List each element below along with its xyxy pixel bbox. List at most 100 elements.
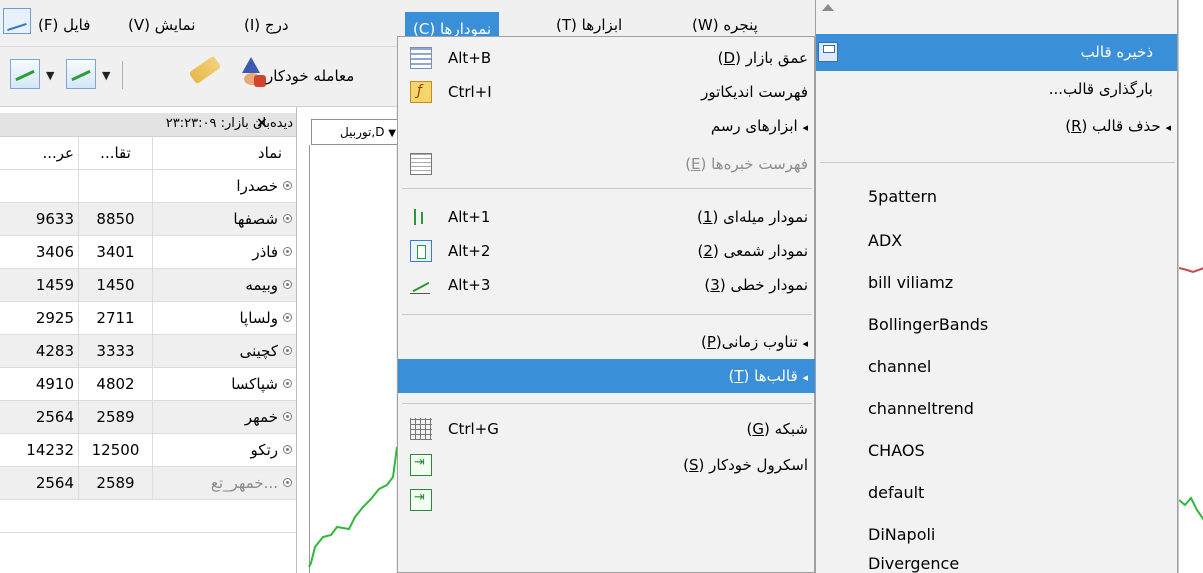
template-item[interactable]: bill viliamz <box>868 264 953 302</box>
new-chart-icon[interactable] <box>10 59 40 89</box>
menu-item-grid[interactable]: Ctrl+G شبکه (G) <box>398 412 816 446</box>
menu-item-line-chart[interactable]: Alt+3 نمودار خطی (3) <box>398 268 816 302</box>
template-item[interactable]: CHAOS <box>868 432 925 470</box>
bar-chart-icon <box>410 206 432 228</box>
candlestick-icon <box>410 240 432 262</box>
menu-item-depth-of-market[interactable]: Alt+B عمق بازار (D) <box>398 41 816 75</box>
scroll-up-icon[interactable] <box>822 4 834 11</box>
bid-cell: 12500 <box>78 434 152 466</box>
bid-cell: 2711 <box>78 302 152 334</box>
ask-cell: 9633 <box>35 210 74 228</box>
menu-separator <box>402 314 812 315</box>
bid-cell: 2589 <box>78 467 152 499</box>
symbol-cell: رتکو <box>250 441 278 459</box>
symbol-cell: خصدرا <box>236 177 278 195</box>
symbol-status-icon <box>283 379 292 388</box>
ask-cell: 14232 <box>26 441 74 459</box>
menu-item-label: تناوب زمانی <box>721 333 798 351</box>
symbol-cell: ولساپا <box>239 309 278 327</box>
menu-item-autoscroll[interactable]: اسکرول خودکار (S) <box>398 448 816 482</box>
symbol-status-icon <box>283 280 292 289</box>
menu-item-shortcut: Alt+3 <box>448 276 491 294</box>
template-item[interactable]: ADX <box>868 222 902 260</box>
menu-item-drawing-tools[interactable]: ◂ ابزارهای رسم <box>398 109 816 143</box>
table-row[interactable]: رتکو 12500 14232 <box>0 434 296 467</box>
table-row[interactable]: ولساپا 2711 2925 <box>0 302 296 335</box>
menu-item-accesskey: T <box>734 367 744 385</box>
submenu-arrow-icon: ◂ <box>1165 121 1171 134</box>
auto-trading-button[interactable]: معامله خودکار <box>266 67 354 85</box>
menu-item-experts-list: فهرست خبره‌ها (E) <box>398 147 816 181</box>
ask-cell: 3406 <box>35 243 74 261</box>
menu-item-shortcut: Ctrl+G <box>448 420 499 438</box>
menu-item-save-template[interactable]: ذخیره قالب <box>816 34 1177 71</box>
menu-item-candle-chart[interactable]: Alt+2 نمودار شمعی (2) <box>398 234 816 268</box>
column-header-ask[interactable]: ...عر <box>0 137 78 169</box>
price-line <box>308 446 397 568</box>
table-row[interactable]: ...خمهر_تع 2589 2564 <box>0 467 296 500</box>
menu-item-bar-chart[interactable]: Alt+1 نمودار میله‌ای (1) <box>398 200 816 234</box>
template-item[interactable]: default <box>868 474 924 512</box>
depth-of-market-icon <box>410 47 432 69</box>
table-row[interactable]: فاذر 3401 3406 <box>0 236 296 269</box>
column-header-symbol[interactable]: نماد <box>152 137 296 169</box>
menu-item-accesskey: 1 <box>702 208 713 226</box>
symbol-cell: ...خمهر_تع <box>210 474 278 492</box>
menu-item-accesskey: G <box>752 420 764 438</box>
menu-item-remove-template[interactable]: ◂ حذف قالب (R) <box>816 108 1177 145</box>
symbol-cell: کچینی <box>239 342 278 360</box>
market-watch-header: نماد ...تقا ...عر <box>0 137 296 170</box>
table-row[interactable]: شپاکسا 4802 4910 <box>0 368 296 401</box>
table-row[interactable]: کچینی 3333 4283 <box>0 335 296 368</box>
experts-icon <box>410 153 432 175</box>
table-row[interactable]: شصفها 8850 9633 <box>0 203 296 236</box>
menu-item-accesskey: 2 <box>703 242 713 260</box>
symbol-status-icon <box>283 412 292 421</box>
menu-item-accesskey: E <box>691 155 701 173</box>
template-item[interactable]: DiNapoli <box>868 516 935 554</box>
menu-item-load-template[interactable]: بارگذاری قالب... <box>816 71 1177 108</box>
symbol-status-icon <box>283 313 292 322</box>
new-chart-dropdown-icon[interactable]: ▼ <box>46 69 54 82</box>
bid-cell: 4802 <box>78 368 152 400</box>
template-item[interactable]: BollingerBands <box>868 306 988 344</box>
pencil-icon[interactable] <box>188 55 222 85</box>
auto-trading-wizard-icon[interactable] <box>236 57 266 89</box>
template-item[interactable]: channeltrend <box>868 390 974 428</box>
toolbar-divider <box>122 61 123 89</box>
bid-cell: 8850 <box>78 203 152 235</box>
chart-app-icon[interactable] <box>3 8 31 34</box>
menu-file[interactable]: فایل (F) <box>38 10 90 40</box>
menu-item-chart-shift[interactable] <box>398 483 816 517</box>
table-row[interactable]: خمهر 2589 2564 <box>0 401 296 434</box>
template-item[interactable]: Divergence <box>868 552 959 573</box>
template-item[interactable]: 5pattern <box>868 178 937 216</box>
indicator-icon <box>410 81 432 103</box>
template-item[interactable]: channel <box>868 348 931 386</box>
table-row[interactable] <box>0 500 296 533</box>
symbol-cell: وبیمه <box>245 276 278 294</box>
menu-item-shortcut: Alt+1 <box>448 208 491 226</box>
line-chart-icon <box>410 274 432 296</box>
symbol-cell: شصفها <box>233 210 278 228</box>
menu-item-templates[interactable]: ◂ قالب‌ها (T) <box>398 359 816 393</box>
ask-cell: 4910 <box>35 375 74 393</box>
menu-item-label: شبکه <box>774 420 808 438</box>
ask-cell: 2564 <box>35 408 74 426</box>
table-row[interactable]: وبیمه 1450 1459 <box>0 269 296 302</box>
menu-item-indicators-list[interactable]: Ctrl+I فهرست اندیکاتور <box>398 75 816 109</box>
menu-view[interactable]: نمایش (V) <box>128 10 195 40</box>
profiles-icon[interactable] <box>66 59 96 89</box>
menu-item-label: بارگذاری قالب... <box>1048 80 1153 98</box>
menu-item-periodicity[interactable]: ◂ تناوب زمانی(P) <box>398 325 816 359</box>
column-header-bid[interactable]: ...تقا <box>78 137 152 169</box>
menu-item-label: اسکرول خودکار <box>709 456 808 474</box>
submenu-arrow-icon: ◂ <box>802 121 808 134</box>
table-row[interactable]: خصدرا <box>0 170 296 203</box>
menu-item-accesskey: P <box>706 333 716 351</box>
menu-insert[interactable]: درج (I) <box>244 10 289 40</box>
menu-item-label: ذخیره قالب <box>1080 43 1153 61</box>
chart-window[interactable]: ▼ D,توربیل <box>296 107 401 573</box>
profiles-dropdown-icon[interactable]: ▼ <box>102 69 110 82</box>
bid-cell: 1450 <box>78 269 152 301</box>
